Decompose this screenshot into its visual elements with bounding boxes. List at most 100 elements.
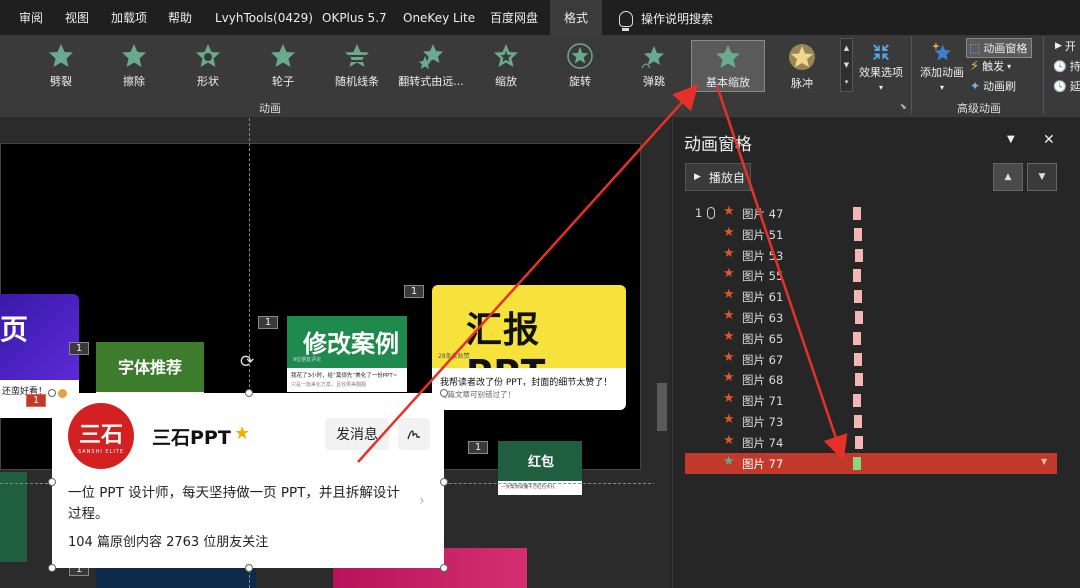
animation-list-item[interactable]: ★ 图片 51 <box>685 224 1057 245</box>
animation-list-item[interactable]: 1 ★ 图片 47 <box>685 203 1057 224</box>
move-up-button[interactable]: ▲ <box>993 163 1023 191</box>
timeline-bar[interactable] <box>854 415 862 428</box>
thumbnail-title: 汇报 PPT <box>466 310 545 368</box>
wipe-star-icon <box>122 44 146 67</box>
animation-order-tag[interactable]: 1 <box>258 316 278 329</box>
anim-basic-zoom[interactable]: 基本缩放 <box>691 40 765 92</box>
timeline-bar[interactable] <box>855 373 863 387</box>
timeline-bar[interactable] <box>853 207 861 220</box>
add-animation-button[interactable]: 添加动画 ▾ <box>916 40 968 92</box>
resize-handle[interactable] <box>48 389 56 397</box>
animation-list-item[interactable]: ★ 图片 74 <box>685 432 1057 453</box>
animation-order-tag[interactable]: 1 <box>468 441 488 454</box>
anim-label: 劈裂 <box>50 75 72 88</box>
timeline-bar[interactable] <box>854 290 862 304</box>
scroll-down-icon[interactable]: ▼ <box>844 61 849 69</box>
add-animation-label: 添加动画 <box>920 66 964 79</box>
anim-zoom[interactable]: 缩放 <box>469 40 543 92</box>
animation-painter-button[interactable]: ✦ 动画刷 <box>970 78 1016 94</box>
thumbnail-font-rec[interactable]: 字体推荐 <box>96 342 204 392</box>
resize-handle[interactable] <box>48 564 56 572</box>
animation-list-item[interactable]: ★ 图片 71 <box>685 390 1057 411</box>
thumbnail-case[interactable]: 修改案例 9位朋友评论 <box>287 316 407 368</box>
anim-pulse[interactable]: 脉冲 <box>765 40 839 92</box>
animation-order-tag-selected[interactable]: 1 <box>26 394 46 407</box>
timeline-bar[interactable] <box>853 456 861 470</box>
send-message-button[interactable]: 发消息 <box>325 418 389 450</box>
anim-flip-from-far[interactable]: 翻转式由远... <box>394 40 468 92</box>
rotate-handle-icon[interactable]: ⟳ <box>240 352 260 372</box>
resize-handle[interactable] <box>245 564 253 572</box>
animation-list-item[interactable]: ★ 图片 77 ▼ <box>685 452 1057 474</box>
animation-order-tag[interactable]: 1 <box>69 342 89 355</box>
animation-list-item[interactable]: ★ 图片 73 <box>685 411 1057 432</box>
play-from-button[interactable]: ▶ 播放自 <box>685 163 751 191</box>
resize-handle[interactable] <box>48 478 56 486</box>
wechat-profile-card[interactable]: 三石 SANSHI ELITE 三石PPT ★ 发消息 一位 PPT 设计师，每… <box>52 393 444 568</box>
thumbnail-red-packet[interactable]: 红包 <box>498 441 582 481</box>
resize-handle[interactable] <box>245 389 253 397</box>
chevron-right-icon[interactable]: › <box>419 493 425 509</box>
scrollbar-thumb[interactable] <box>657 383 667 431</box>
pane-options-icon[interactable]: ▼ <box>1007 134 1015 145</box>
anim-split[interactable]: 劈裂 <box>24 40 98 92</box>
animation-list-item[interactable]: ★ 图片 53 <box>685 245 1057 266</box>
tab-okplus[interactable]: OKPlus 5.7 <box>322 0 387 36</box>
dialog-launcher-icon[interactable]: ⬊ <box>900 102 907 111</box>
tab-format[interactable]: 格式 <box>550 0 602 36</box>
timeline-bar[interactable] <box>853 331 861 345</box>
scroll-up-icon[interactable]: ▲ <box>844 44 849 52</box>
tab-baidu[interactable]: 百度网盘 <box>490 0 538 36</box>
effect-options-button[interactable]: 效果选项 ▾ <box>856 40 906 92</box>
move-down-button[interactable]: ▼ <box>1027 163 1057 191</box>
anim-wheel[interactable]: 轮子 <box>246 40 320 92</box>
anim-random-bars[interactable]: 随机线条 <box>320 40 394 92</box>
tell-me-search[interactable]: 操作说明搜索 <box>619 10 713 31</box>
signature-icon[interactable] <box>398 418 430 450</box>
resize-handle[interactable] <box>440 564 448 572</box>
chevron-down-icon[interactable]: ▼ <box>1041 457 1047 466</box>
anim-wipe[interactable]: 擦除 <box>97 40 171 92</box>
animation-order-tag[interactable]: 1 <box>404 285 424 298</box>
gallery-more-icon[interactable]: ▾ <box>845 78 849 86</box>
animation-list-item[interactable]: ★ 图片 68 <box>685 369 1057 390</box>
adjust-handle[interactable] <box>58 389 67 398</box>
anim-shape[interactable]: 形状 <box>171 40 245 92</box>
tab-onekey[interactable]: OneKey Lite <box>403 0 475 36</box>
close-icon[interactable]: ✕ <box>1043 132 1055 148</box>
thumbnail-left-green[interactable] <box>0 472 27 562</box>
timeline-bar[interactable] <box>854 352 862 366</box>
timeline-bar[interactable] <box>853 269 861 283</box>
animation-list-item[interactable]: ★ 图片 61 <box>685 286 1057 307</box>
gallery-scroll[interactable]: ▲ ▼ ▾ <box>840 38 853 92</box>
timeline-bar[interactable] <box>855 435 863 449</box>
animation-list-item[interactable]: ★ 图片 67 <box>685 349 1057 370</box>
trigger-button[interactable]: ⚡ 触发 ▾ <box>970 58 1011 74</box>
animation-painter-label: 动画刷 <box>983 80 1017 93</box>
animation-list-item[interactable]: ★ 图片 63 <box>685 307 1057 328</box>
tab-lvyhtools[interactable]: LvyhTools(0429) <box>215 0 313 36</box>
resize-handle[interactable] <box>440 478 448 486</box>
thumbnail-report[interactable]: 汇报 PPT 28条发贴赞 <box>432 285 626 368</box>
timeline-bar[interactable] <box>854 227 862 241</box>
tab-help[interactable]: 帮助 <box>168 0 192 36</box>
timeline-bar[interactable] <box>853 394 861 408</box>
anim-spin[interactable]: 旋转 <box>543 40 617 92</box>
resize-handle[interactable] <box>440 389 448 397</box>
anim-bounce[interactable]: 弹跳 <box>617 40 691 92</box>
effect-star-icon: ★ <box>723 266 735 282</box>
animation-pane-button[interactable]: ⬚ 动画窗格 <box>966 38 1033 58</box>
timeline-bar[interactable] <box>855 248 863 262</box>
animation-list-item[interactable]: ★ 图片 55 <box>685 265 1057 286</box>
vertical-scrollbar[interactable] <box>654 118 670 588</box>
animation-list-item[interactable]: ★ 图片 65 <box>685 328 1057 349</box>
add-animation-icon <box>933 43 951 61</box>
timeline-bar[interactable] <box>855 311 863 324</box>
timing-delay[interactable]: 🕓 延 <box>1053 78 1080 94</box>
tab-view[interactable]: 视图 <box>65 0 89 36</box>
timing-start[interactable]: ▶ 开 <box>1055 38 1076 54</box>
tab-addins[interactable]: 加载项 <box>111 0 147 36</box>
timing-duration[interactable]: 🕓 持 <box>1053 58 1080 74</box>
thumbnail-left-purple[interactable]: 页 <box>0 294 79 380</box>
tab-review[interactable]: 审阅 <box>19 0 43 36</box>
